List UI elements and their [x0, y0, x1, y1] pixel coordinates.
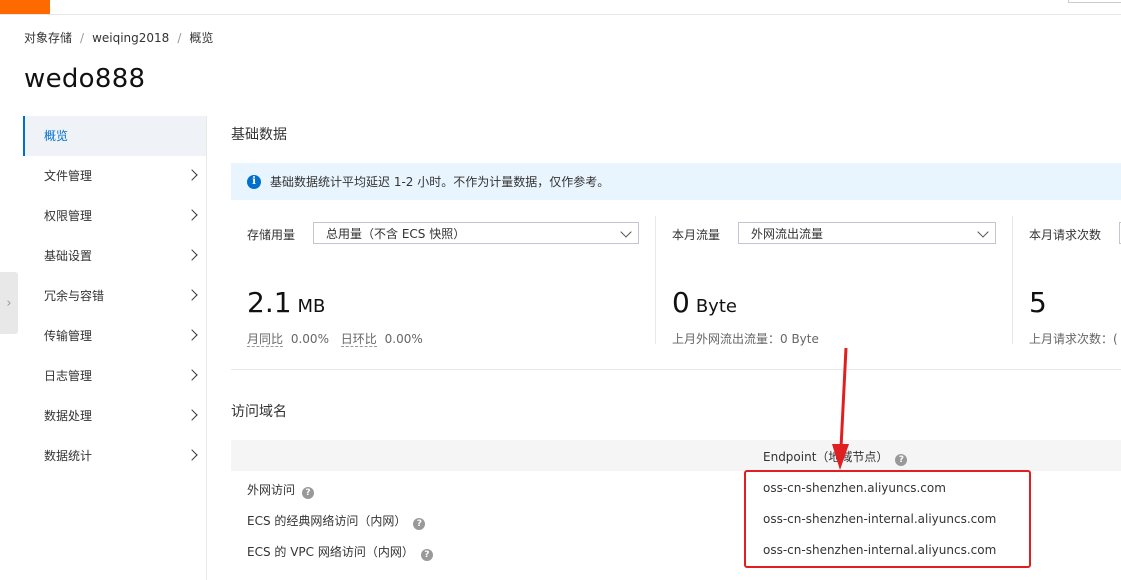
- help-icon[interactable]: ?: [302, 487, 315, 499]
- sidebar-item-label: 基础设置: [44, 249, 93, 263]
- chevron-right-icon: [186, 449, 198, 461]
- access-type-label: ECS 的 VPC 网络访问（内网）?: [247, 543, 433, 561]
- access-type-label: 外网访问?: [247, 481, 315, 499]
- sidebar-expand-handle[interactable]: ›: [0, 272, 18, 334]
- monthly-traffic-label: 本月流量: [672, 228, 721, 242]
- chevron-right-icon: ›: [6, 295, 12, 311]
- sidebar-item-data-processing[interactable]: 数据处理: [23, 396, 206, 436]
- top-right-control[interactable]: [1068, 0, 1121, 3]
- sidebar-item-basic-settings[interactable]: 基础设置: [23, 236, 206, 276]
- storage-type-select[interactable]: 总用量（不含 ECS 快照）: [313, 222, 639, 244]
- storage-usage-label: 存储用量: [247, 228, 296, 242]
- monthly-requests-card: 本月请求次数 5 上月请求次数：(: [1013, 216, 1121, 352]
- top-bar: [0, 0, 1121, 15]
- brand-logo[interactable]: [0, 0, 50, 14]
- monthly-traffic-card: 本月流量 外网流出流量 0 Byte 上月外网流出流量：0 Byte: [656, 216, 1012, 352]
- breadcrumb-separator: /: [177, 31, 182, 45]
- mom-value: 0.00%: [290, 332, 329, 346]
- storage-unit: MB: [297, 296, 326, 317]
- chevron-right-icon: [186, 329, 198, 341]
- help-icon[interactable]: ?: [420, 549, 433, 561]
- sidebar-item-label: 日志管理: [44, 369, 93, 383]
- info-icon: i: [247, 174, 261, 189]
- chevron-right-icon: [186, 249, 198, 261]
- storage-number: 2.1: [247, 286, 292, 319]
- sidebar-item-label: 数据处理: [44, 409, 93, 423]
- access-type-name: 外网访问: [247, 483, 296, 497]
- breadcrumb-separator: /: [80, 31, 85, 45]
- sidebar-item-statistics[interactable]: 数据统计: [23, 436, 206, 476]
- page-title: wedo888: [24, 64, 146, 94]
- basic-data-title: 基础数据: [231, 127, 287, 143]
- sidebar-item-label: 文件管理: [44, 169, 93, 183]
- traffic-type-value: 外网流出流量: [751, 227, 824, 241]
- breadcrumb: 对象存储 / weiqing2018 / 概览: [24, 29, 213, 46]
- dod-value: 0.00%: [384, 332, 423, 346]
- last-month-traffic: 上月外网流出流量：0 Byte: [672, 332, 819, 346]
- access-domains-title: 访问域名: [231, 404, 287, 420]
- chevron-down-icon: [620, 226, 632, 238]
- sidebar-item-permissions[interactable]: 权限管理: [23, 196, 206, 236]
- dod-label[interactable]: 日环比: [340, 332, 377, 347]
- sidebar-item-transfer[interactable]: 传输管理: [23, 316, 206, 356]
- sidebar-item-redundancy[interactable]: 冗余与容错: [23, 276, 206, 316]
- requests-value: 5: [1029, 286, 1047, 319]
- storage-comparison: 月同比 0.00% 日环比 0.00%: [247, 330, 423, 347]
- traffic-number: 0: [672, 286, 690, 319]
- chevron-right-icon: [186, 169, 198, 181]
- monthly-requests-label: 本月请求次数: [1029, 228, 1102, 242]
- access-type-label: ECS 的经典网络访问（内网）?: [247, 512, 426, 530]
- info-notice: i 基础数据统计平均延迟 1-2 小时。不作为计量数据，仅作参考。: [231, 163, 1121, 200]
- traffic-type-select[interactable]: 外网流出流量: [738, 222, 996, 244]
- sidebar-item-files[interactable]: 文件管理: [23, 156, 206, 196]
- sidebar-item-label: 传输管理: [44, 329, 93, 343]
- annotation-highlight-box: [744, 470, 1031, 568]
- endpoint-column-header: Endpoint（地域节点）?: [763, 448, 908, 466]
- sidebar-item-overview[interactable]: 概览: [23, 116, 206, 156]
- sidebar-item-label: 冗余与容错: [44, 289, 105, 303]
- chevron-right-icon: [186, 369, 198, 381]
- help-icon[interactable]: ?: [895, 454, 908, 466]
- chevron-down-icon: [977, 226, 989, 238]
- chevron-right-icon: [186, 289, 198, 301]
- section-divider: [231, 369, 1121, 370]
- traffic-unit: Byte: [695, 296, 737, 317]
- breadcrumb-root[interactable]: 对象存储: [24, 31, 72, 45]
- chevron-right-icon: [186, 209, 198, 221]
- mom-label[interactable]: 月同比: [247, 332, 284, 347]
- help-icon[interactable]: ?: [413, 518, 426, 530]
- sidebar-item-logs[interactable]: 日志管理: [23, 356, 206, 396]
- table-header: Endpoint（地域节点）?: [231, 440, 1121, 471]
- sidebar-item-label: 权限管理: [44, 209, 93, 223]
- access-type-name: ECS 的 VPC 网络访问（内网）: [247, 545, 414, 559]
- storage-type-value: 总用量（不含 ECS 快照）: [326, 227, 466, 241]
- traffic-value: 0 Byte: [672, 286, 737, 319]
- chevron-right-icon: [186, 409, 198, 421]
- endpoint-header-label: Endpoint（地域节点）: [763, 450, 889, 464]
- last-month-requests: 上月请求次数：(: [1029, 332, 1118, 346]
- access-type-name: ECS 的经典网络访问（内网）: [247, 514, 407, 528]
- notice-text: 基础数据统计平均延迟 1-2 小时。不作为计量数据，仅作参考。: [270, 175, 610, 189]
- sidebar-item-label: 概览: [44, 129, 69, 143]
- sidebar-item-label: 数据统计: [44, 449, 93, 463]
- sidebar: 概览 文件管理 权限管理 基础设置 冗余与容错 传输管理 日志管理 数据处理 数…: [23, 116, 207, 580]
- breadcrumb-current: 概览: [189, 31, 214, 45]
- storage-usage-card: 存储用量 总用量（不含 ECS 快照） 2.1 MB 月同比 0.00% 日环比 …: [231, 216, 655, 352]
- storage-usage-value: 2.1 MB: [247, 286, 325, 319]
- breadcrumb-bucket[interactable]: weiqing2018: [92, 31, 169, 45]
